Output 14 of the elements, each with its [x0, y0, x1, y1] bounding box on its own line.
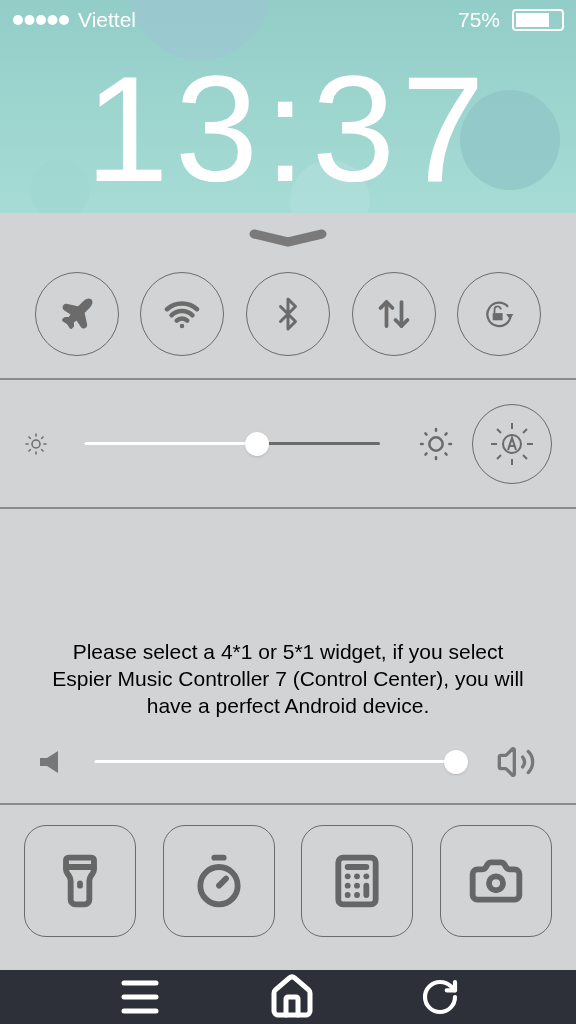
battery-icon	[512, 9, 564, 31]
battery-percent: 75%	[457, 7, 500, 34]
chevron-down-icon	[249, 229, 327, 249]
shortcut-button[interactable]	[301, 825, 414, 937]
speaker-quiet-icon	[40, 751, 58, 773]
carrier-name: Viettel	[78, 7, 136, 34]
widget-message: Please select a 4*1 or 5*1 widget, if you select Espier Music Controller 7 (Control Center), you will have a perfect Android device.	[51, 639, 525, 719]
shortcut-button[interactable]	[439, 825, 552, 937]
shortcut-button[interactable]	[162, 825, 275, 937]
clock-time: 13:37	[85, 54, 491, 204]
shortcut-button[interactable]	[24, 825, 136, 937]
dim-sun-icon	[24, 431, 48, 456]
signal-icon	[12, 14, 70, 26]
auto-brightness-icon	[489, 420, 535, 467]
